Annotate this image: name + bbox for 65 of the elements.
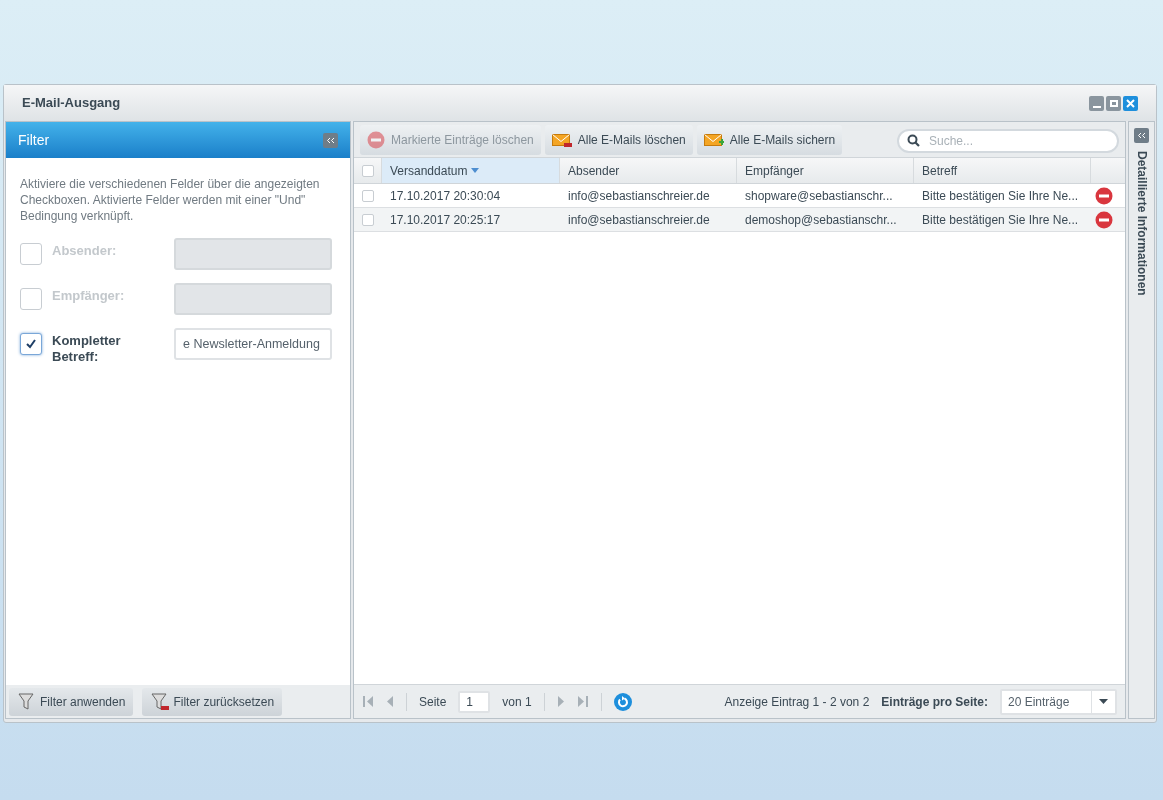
maximize-button[interactable] xyxy=(1106,95,1121,111)
close-button[interactable] xyxy=(1123,95,1138,111)
page-count: von 1 xyxy=(502,693,532,711)
per-page-select[interactable]: 20 Einträge xyxy=(1000,688,1117,715)
table-cell-text: 17.10.2017 20:25:17 xyxy=(389,211,502,229)
checkbox[interactable] xyxy=(20,333,42,355)
field-label: Kompletter Betreff: xyxy=(52,332,122,365)
filter-button[interactable]: Filter anwenden xyxy=(9,687,134,716)
page-label: Seite xyxy=(419,693,447,711)
envelope-plus-icon xyxy=(703,131,724,148)
delete-row-button[interactable] xyxy=(1095,186,1113,205)
refresh-icon[interactable] xyxy=(613,692,632,711)
table-cell-text: shopware@sebastianschr... xyxy=(744,187,894,205)
double-chevron-left-icon xyxy=(1137,132,1146,139)
last-page-icon[interactable] xyxy=(576,695,589,708)
sort-descending-icon xyxy=(471,168,480,173)
checkmark-icon xyxy=(25,338,37,350)
table-cell-text: info@sebastianschreier.de xyxy=(567,211,711,229)
delete-row-button[interactable] xyxy=(1095,210,1113,229)
table-cell-text: 17.10.2017 20:30:04 xyxy=(389,187,502,205)
envelope-minus-icon xyxy=(551,131,572,148)
window-title: E-Mail-Ausgang xyxy=(22,94,121,113)
checkbox[interactable] xyxy=(361,164,374,177)
pager-info: Anzeige Eintrag 1 - 2 von 2 xyxy=(724,693,870,711)
toolbar-button[interactable]: Alle E-Mails löschen xyxy=(544,124,693,155)
field-label: Absender: xyxy=(52,242,118,259)
search-field[interactable]: Suche... xyxy=(897,128,1119,153)
field-label: Empfänger: xyxy=(52,287,126,304)
minimize-button[interactable] xyxy=(1089,95,1104,111)
caret-icon xyxy=(1099,699,1108,704)
previous-page-icon[interactable] xyxy=(386,695,394,708)
minus-circle-icon xyxy=(367,130,385,149)
funnel-minus-icon xyxy=(150,692,171,711)
expand-button[interactable] xyxy=(1134,128,1149,143)
panel-title: Filter xyxy=(18,130,50,150)
filter-description: Aktiviere die verschiedenen Felder über die angezeigten Checkboxen. Aktivierte Felder werden mit einer "Und" Bedingung verknüpft. xyxy=(20,176,321,224)
search-icon xyxy=(907,133,920,147)
minus-circle-icon xyxy=(1095,186,1113,205)
table-cell-text: Bitte bestätigen Sie Ihre Ne... xyxy=(921,211,1080,229)
table-cell-text: info@sebastianschreier.de xyxy=(567,187,711,205)
next-page-icon[interactable] xyxy=(556,695,565,708)
filter-input[interactable]: e Newsletter-Anmeldung xyxy=(174,328,332,360)
checkbox[interactable] xyxy=(362,213,374,226)
funnel-icon xyxy=(17,692,37,711)
filter-button[interactable]: Filter zurücksetzen xyxy=(142,687,283,716)
table-cell-text: demoshop@sebastianschr... xyxy=(744,211,898,229)
page-input[interactable]: 1 xyxy=(458,690,491,713)
table-row[interactable]: 17.10.2017 20:30:04 info@sebastianschreier.de shopware@sebastianschr... Bitte bestätigen Sie Ihre Ne... xyxy=(354,184,1125,208)
checkbox[interactable] xyxy=(362,189,374,202)
table-row[interactable]: 17.10.2017 20:25:17 info@sebastianschreier.de demoshop@sebastianschr... Bitte bestätigen Sie Ihre Ne... xyxy=(354,208,1125,232)
column-header[interactable]: Empfänger xyxy=(737,158,914,183)
column-header[interactable]: Versanddatum xyxy=(382,158,560,183)
column-header[interactable]: Absender xyxy=(560,158,737,183)
toolbar-button[interactable]: Alle E-Mails sichern xyxy=(696,124,843,155)
minus-circle-icon xyxy=(1095,210,1113,229)
double-chevron-left-icon xyxy=(326,136,335,144)
collapse-button[interactable] xyxy=(323,132,338,148)
close-icon xyxy=(1126,98,1135,108)
checkbox[interactable] xyxy=(20,243,42,265)
side-panel-title[interactable]: Detaillierte Informationen xyxy=(1132,151,1151,296)
per-page-label: Einträge pro Seite: xyxy=(881,693,988,711)
first-page-icon[interactable] xyxy=(362,695,374,708)
column-header[interactable]: Betreff xyxy=(914,158,1091,183)
table-cell-text: Bitte bestätigen Sie Ihre Ne... xyxy=(921,187,1080,205)
checkbox[interactable] xyxy=(20,288,42,310)
